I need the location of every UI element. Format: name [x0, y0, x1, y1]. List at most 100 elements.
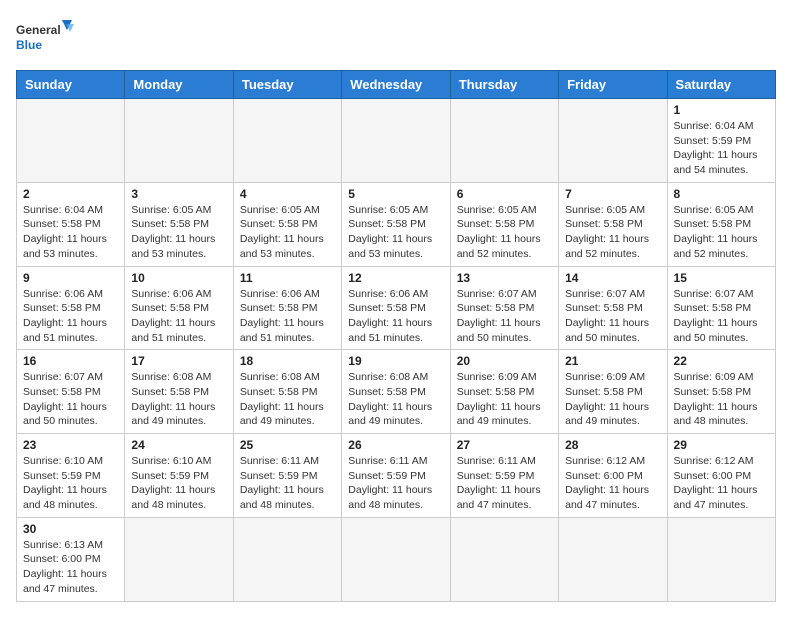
calendar-cell: 22 Sunrise: 6:09 AM Sunset: 5:58 PM Dayli…: [667, 350, 775, 434]
calendar-cell: 20 Sunrise: 6:09 AM Sunset: 5:58 PM Dayli…: [450, 350, 558, 434]
day-info: Sunrise: 6:09 AM Sunset: 5:58 PM Dayligh…: [674, 370, 769, 429]
calendar-cell: [559, 517, 667, 601]
calendar-cell: 30Sunrise: 6:13 AM Sunset: 6:00 PM Dayli…: [17, 517, 125, 601]
day-info: Sunrise: 6:11 AM Sunset: 5:59 PM Dayligh…: [457, 454, 552, 513]
day-number: 7: [565, 187, 660, 201]
day-info: Sunrise: 6:04 AM Sunset: 5:58 PM Dayligh…: [23, 203, 118, 262]
day-number: 28: [565, 438, 660, 452]
calendar-week-5: 23 Sunrise: 6:10 AM Sunset: 5:59 PM Dayli…: [17, 434, 776, 518]
calendar-week-1: 1 Sunrise: 6:04 AM Sunset: 5:59 PM Daylig…: [17, 99, 776, 183]
calendar-cell: 24 Sunrise: 6:10 AM Sunset: 5:59 PM Dayli…: [125, 434, 233, 518]
day-number: 6: [457, 187, 552, 201]
day-number: 16: [23, 354, 118, 368]
weekday-header-monday: Monday: [125, 71, 233, 99]
calendar-cell: 25Sunrise: 6:11 AM Sunset: 5:59 PM Dayli…: [233, 434, 341, 518]
day-info: Sunrise: 6:05 AM Sunset: 5:58 PM Dayligh…: [457, 203, 552, 262]
day-info: Sunrise: 6:07 AM Sunset: 5:58 PM Dayligh…: [457, 287, 552, 346]
day-info: Sunrise: 6:05 AM Sunset: 5:58 PM Dayligh…: [674, 203, 769, 262]
day-number: 20: [457, 354, 552, 368]
day-number: 9: [23, 271, 118, 285]
day-number: 1: [674, 103, 769, 117]
day-number: 11: [240, 271, 335, 285]
calendar-cell: 18 Sunrise: 6:08 AM Sunset: 5:58 PM Dayli…: [233, 350, 341, 434]
day-info: Sunrise: 6:12 AM Sunset: 6:00 PM Dayligh…: [565, 454, 660, 513]
day-number: 3: [131, 187, 226, 201]
calendar-cell: 14 Sunrise: 6:07 AM Sunset: 5:58 PM Dayli…: [559, 266, 667, 350]
calendar-cell: 4 Sunrise: 6:05 AM Sunset: 5:58 PM Daylig…: [233, 182, 341, 266]
day-info: Sunrise: 6:05 AM Sunset: 5:58 PM Dayligh…: [131, 203, 226, 262]
calendar-cell: [342, 99, 450, 183]
page-header: General Blue: [16, 16, 776, 58]
calendar-cell: 1 Sunrise: 6:04 AM Sunset: 5:59 PM Daylig…: [667, 99, 775, 183]
calendar-week-2: 2 Sunrise: 6:04 AM Sunset: 5:58 PM Daylig…: [17, 182, 776, 266]
day-info: Sunrise: 6:06 AM Sunset: 5:58 PM Dayligh…: [240, 287, 335, 346]
day-info: Sunrise: 6:07 AM Sunset: 5:58 PM Dayligh…: [23, 370, 118, 429]
day-info: Sunrise: 6:06 AM Sunset: 5:58 PM Dayligh…: [23, 287, 118, 346]
day-info: Sunrise: 6:05 AM Sunset: 5:58 PM Dayligh…: [240, 203, 335, 262]
calendar-cell: 3 Sunrise: 6:05 AM Sunset: 5:58 PM Daylig…: [125, 182, 233, 266]
weekday-header-friday: Friday: [559, 71, 667, 99]
day-info: Sunrise: 6:07 AM Sunset: 5:58 PM Dayligh…: [674, 287, 769, 346]
calendar-cell: [450, 517, 558, 601]
calendar-cell: 16 Sunrise: 6:07 AM Sunset: 5:58 PM Dayli…: [17, 350, 125, 434]
logo-svg: General Blue: [16, 16, 76, 58]
weekday-header-saturday: Saturday: [667, 71, 775, 99]
calendar-cell: [233, 99, 341, 183]
day-info: Sunrise: 6:04 AM Sunset: 5:59 PM Dayligh…: [674, 119, 769, 178]
day-number: 14: [565, 271, 660, 285]
calendar-cell: [450, 99, 558, 183]
day-number: 27: [457, 438, 552, 452]
calendar-cell: 13 Sunrise: 6:07 AM Sunset: 5:58 PM Dayli…: [450, 266, 558, 350]
calendar-cell: [17, 99, 125, 183]
calendar-table: SundayMondayTuesdayWednesdayThursdayFrid…: [16, 70, 776, 602]
day-info: Sunrise: 6:05 AM Sunset: 5:58 PM Dayligh…: [348, 203, 443, 262]
logo: General Blue: [16, 16, 76, 58]
calendar-cell: 11 Sunrise: 6:06 AM Sunset: 5:58 PM Dayli…: [233, 266, 341, 350]
svg-text:Blue: Blue: [16, 38, 42, 52]
calendar-cell: 5 Sunrise: 6:05 AM Sunset: 5:58 PM Daylig…: [342, 182, 450, 266]
day-info: Sunrise: 6:10 AM Sunset: 5:59 PM Dayligh…: [131, 454, 226, 513]
weekday-header-sunday: Sunday: [17, 71, 125, 99]
calendar-cell: 26Sunrise: 6:11 AM Sunset: 5:59 PM Dayli…: [342, 434, 450, 518]
calendar-cell: 9 Sunrise: 6:06 AM Sunset: 5:58 PM Daylig…: [17, 266, 125, 350]
calendar-cell: 8 Sunrise: 6:05 AM Sunset: 5:58 PM Daylig…: [667, 182, 775, 266]
day-number: 30: [23, 522, 118, 536]
day-number: 26: [348, 438, 443, 452]
day-number: 13: [457, 271, 552, 285]
calendar-cell: [342, 517, 450, 601]
calendar-week-4: 16 Sunrise: 6:07 AM Sunset: 5:58 PM Dayli…: [17, 350, 776, 434]
calendar-cell: [233, 517, 341, 601]
calendar-cell: [125, 517, 233, 601]
weekday-header-thursday: Thursday: [450, 71, 558, 99]
day-info: Sunrise: 6:06 AM Sunset: 5:58 PM Dayligh…: [131, 287, 226, 346]
day-number: 17: [131, 354, 226, 368]
day-info: Sunrise: 6:09 AM Sunset: 5:58 PM Dayligh…: [565, 370, 660, 429]
day-number: 21: [565, 354, 660, 368]
day-info: Sunrise: 6:07 AM Sunset: 5:58 PM Dayligh…: [565, 287, 660, 346]
day-number: 23: [23, 438, 118, 452]
calendar-cell: 7 Sunrise: 6:05 AM Sunset: 5:58 PM Daylig…: [559, 182, 667, 266]
calendar-cell: 10Sunrise: 6:06 AM Sunset: 5:58 PM Dayli…: [125, 266, 233, 350]
day-number: 22: [674, 354, 769, 368]
calendar-header-row: SundayMondayTuesdayWednesdayThursdayFrid…: [17, 71, 776, 99]
weekday-header-wednesday: Wednesday: [342, 71, 450, 99]
day-number: 5: [348, 187, 443, 201]
day-number: 2: [23, 187, 118, 201]
calendar-cell: 29 Sunrise: 6:12 AM Sunset: 6:00 PM Dayli…: [667, 434, 775, 518]
day-info: Sunrise: 6:08 AM Sunset: 5:58 PM Dayligh…: [240, 370, 335, 429]
day-number: 8: [674, 187, 769, 201]
day-info: Sunrise: 6:09 AM Sunset: 5:58 PM Dayligh…: [457, 370, 552, 429]
calendar-cell: [559, 99, 667, 183]
calendar-week-3: 9 Sunrise: 6:06 AM Sunset: 5:58 PM Daylig…: [17, 266, 776, 350]
day-number: 25: [240, 438, 335, 452]
day-info: Sunrise: 6:05 AM Sunset: 5:58 PM Dayligh…: [565, 203, 660, 262]
day-info: Sunrise: 6:12 AM Sunset: 6:00 PM Dayligh…: [674, 454, 769, 513]
day-number: 24: [131, 438, 226, 452]
day-number: 18: [240, 354, 335, 368]
day-info: Sunrise: 6:06 AM Sunset: 5:58 PM Dayligh…: [348, 287, 443, 346]
calendar-cell: 12Sunrise: 6:06 AM Sunset: 5:58 PM Dayli…: [342, 266, 450, 350]
svg-text:General: General: [16, 23, 61, 37]
day-number: 29: [674, 438, 769, 452]
calendar-cell: [667, 517, 775, 601]
day-number: 4: [240, 187, 335, 201]
